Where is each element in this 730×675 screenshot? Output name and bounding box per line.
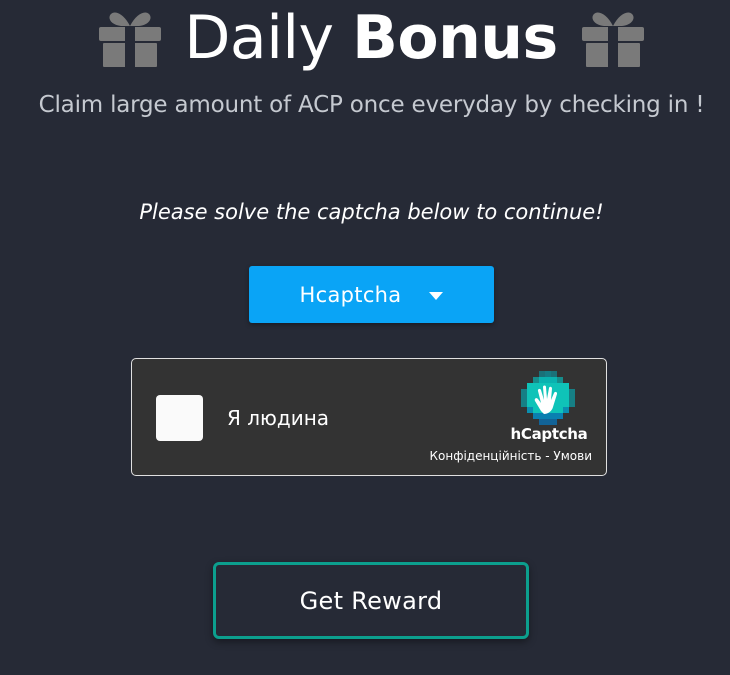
page-title-bold: Bonus [352,3,558,73]
captcha-provider-select[interactable]: Hcaptcha [249,266,494,323]
human-checkbox[interactable] [156,395,203,441]
privacy-link[interactable]: Конфіденційність [429,449,541,463]
get-reward-button[interactable]: Get Reward [213,562,529,639]
page-title-regular: Daily [184,3,334,73]
captcha-provider-selected: Hcaptcha [299,282,402,307]
hcaptcha-widget: Я людина hCaptcha Конфіденційність - Умо… [131,358,607,476]
hcaptcha-logo-icon [521,371,575,425]
daily-bonus-page: Daily Bonus Claim large amount of ACP on… [0,0,730,675]
human-checkbox-label: Я людина [227,406,330,430]
gift-icon [582,12,644,67]
caret-down-icon [429,291,444,300]
links-separator: - [541,449,554,463]
page-subtitle: Claim large amount of ACP once everyday … [38,92,705,118]
captcha-instruction: Please solve the captcha below to contin… [139,200,604,224]
hcaptcha-links: Конфіденційність - Умови [429,449,592,463]
hcaptcha-brand: hCaptcha [510,425,588,443]
terms-link[interactable]: Умови [553,449,592,463]
header: Daily Bonus [0,0,730,82]
